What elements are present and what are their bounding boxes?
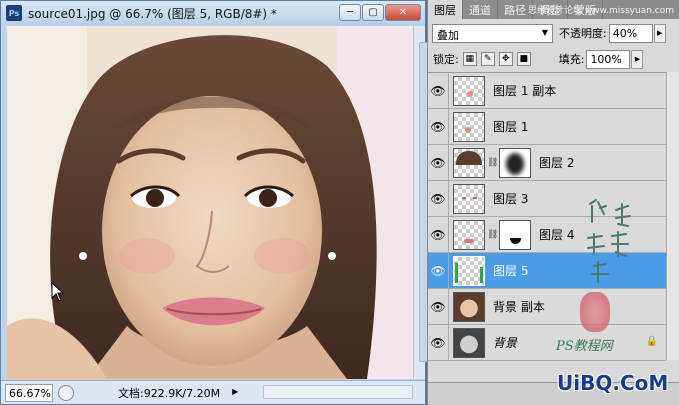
layer-name: 背景 副本 bbox=[493, 300, 545, 314]
lock-label: 锁定: bbox=[433, 53, 459, 66]
layer-thumbnail bbox=[453, 255, 485, 286]
tab-layers[interactable]: 图层 bbox=[428, 0, 463, 19]
eye-icon[interactable]: 👁 bbox=[428, 288, 449, 325]
link-chain-icon[interactable]: ⛓ bbox=[487, 158, 498, 168]
eye-icon[interactable]: 👁 bbox=[428, 324, 449, 361]
layer-name: 图层 5 bbox=[493, 264, 529, 278]
fill-input[interactable]: 100% bbox=[586, 49, 631, 69]
layer-row[interactable]: 👁 图层 1 bbox=[428, 108, 666, 145]
document-window: Ps source01.jpg @ 66.7% (图层 5, RGB/8#) *… bbox=[0, 0, 428, 405]
status-info-icon[interactable] bbox=[58, 384, 74, 401]
layer-name: 图层 1 副本 bbox=[493, 84, 557, 98]
eye-icon[interactable]: 👁 bbox=[428, 216, 449, 253]
blend-row: 叠加 ▼ 不透明度: 40% ▶ bbox=[428, 21, 679, 45]
layer-row[interactable]: 👁 ⛓ 图层 2 bbox=[428, 144, 666, 181]
layer-row[interactable]: 👁 图层 1 副本 bbox=[428, 72, 666, 109]
lock-position-move-icon[interactable]: ✥ bbox=[498, 52, 513, 66]
layer-thumbnail bbox=[453, 75, 485, 106]
lock-transparency-icon[interactable]: ▦ bbox=[462, 52, 477, 66]
image-canvas[interactable] bbox=[7, 26, 413, 379]
document-title: source01.jpg @ 66.7% (图层 5, RGB/8#) * bbox=[28, 6, 277, 21]
panel-tabbar: 图层 通道 路径 调整 蒙版 思缘设计论坛 www.missyuan.com bbox=[428, 0, 679, 19]
layer-thumbnail bbox=[453, 147, 485, 178]
window-controls: ─ ▢ ✕ bbox=[339, 4, 421, 21]
layer-name: 图层 1 bbox=[493, 120, 529, 134]
layer-mask-thumbnail[interactable] bbox=[499, 147, 531, 178]
opacity-label: 不透明度: bbox=[559, 27, 607, 40]
layer-name: 背景 bbox=[493, 336, 518, 350]
photoshop-logo-icon: Ps bbox=[6, 5, 22, 21]
layer-row[interactable]: 👁 背景 副本 bbox=[428, 288, 666, 325]
eye-icon[interactable]: 👁 bbox=[428, 252, 449, 289]
layer-thumbnail bbox=[453, 219, 485, 250]
layer-thumbnail bbox=[453, 327, 485, 358]
opacity-slider-button[interactable]: ▶ bbox=[653, 23, 666, 43]
layer-thumbnail bbox=[453, 291, 485, 322]
document-size-info: 文档:922.9K/7.20M bbox=[118, 386, 221, 400]
eye-icon[interactable]: 👁 bbox=[428, 144, 449, 181]
blend-mode-value: 叠加 bbox=[437, 28, 459, 42]
maximize-button[interactable]: ▢ bbox=[362, 4, 384, 21]
zoom-field[interactable]: 66.67% bbox=[5, 383, 53, 402]
eye-icon[interactable]: 👁 bbox=[428, 108, 449, 145]
layer-thumbnail bbox=[453, 183, 485, 214]
layer-name: 图层 3 bbox=[493, 192, 529, 206]
eye-icon[interactable]: 👁 bbox=[428, 72, 449, 109]
document-titlebar[interactable]: Ps source01.jpg @ 66.7% (图层 5, RGB/8#) *… bbox=[1, 1, 425, 25]
layer-thumbnail bbox=[453, 111, 485, 142]
portrait-photo bbox=[7, 26, 413, 379]
minimize-button[interactable]: ─ bbox=[339, 4, 361, 21]
horizontal-scrollbar[interactable] bbox=[263, 385, 413, 399]
lock-all-icon[interactable]: ■ bbox=[516, 52, 531, 66]
layer-name: 图层 2 bbox=[539, 156, 575, 170]
opacity-input[interactable]: 40% bbox=[608, 23, 653, 43]
calligraphy-watermark bbox=[587, 199, 631, 283]
forum-watermark: 思缘设计论坛 www.missyuan.com bbox=[528, 6, 674, 16]
mouse-cursor-icon bbox=[51, 282, 65, 302]
vertical-scrollbar[interactable] bbox=[413, 26, 428, 379]
fill-label: 填充: bbox=[558, 53, 585, 66]
layers-scrollbar[interactable] bbox=[666, 72, 679, 360]
status-bar: 66.67% 文档:922.9K/7.20M ▶ bbox=[1, 380, 425, 404]
close-button[interactable]: ✕ bbox=[385, 4, 421, 21]
red-seal-stamp bbox=[580, 292, 610, 332]
lock-icon: 🔒 bbox=[645, 336, 658, 347]
layer-row[interactable]: 👁 背景 🔒 bbox=[428, 324, 666, 361]
chevron-down-icon: ▼ bbox=[541, 27, 548, 37]
fill-slider-button[interactable]: ▶ bbox=[631, 49, 644, 69]
link-chain-icon[interactable]: ⛓ bbox=[487, 230, 498, 240]
blend-mode-select[interactable]: 叠加 ▼ bbox=[432, 23, 553, 43]
lock-pixels-brush-icon[interactable]: ✎ bbox=[480, 52, 495, 66]
tab-channels[interactable]: 通道 bbox=[463, 0, 498, 19]
ps-tutorial-watermark: PS教程网 bbox=[556, 339, 613, 354]
site-url-watermark: UiBQ.CoM bbox=[557, 371, 669, 395]
lock-row: 锁定: ▦ ✎ ✥ ■ 填充: 100% ▶ bbox=[428, 48, 679, 70]
status-menu-arrow-icon[interactable]: ▶ bbox=[232, 387, 242, 399]
layer-name: 图层 4 bbox=[539, 228, 575, 242]
layer-mask-thumbnail[interactable] bbox=[499, 219, 531, 250]
eye-icon[interactable]: 👁 bbox=[428, 180, 449, 217]
